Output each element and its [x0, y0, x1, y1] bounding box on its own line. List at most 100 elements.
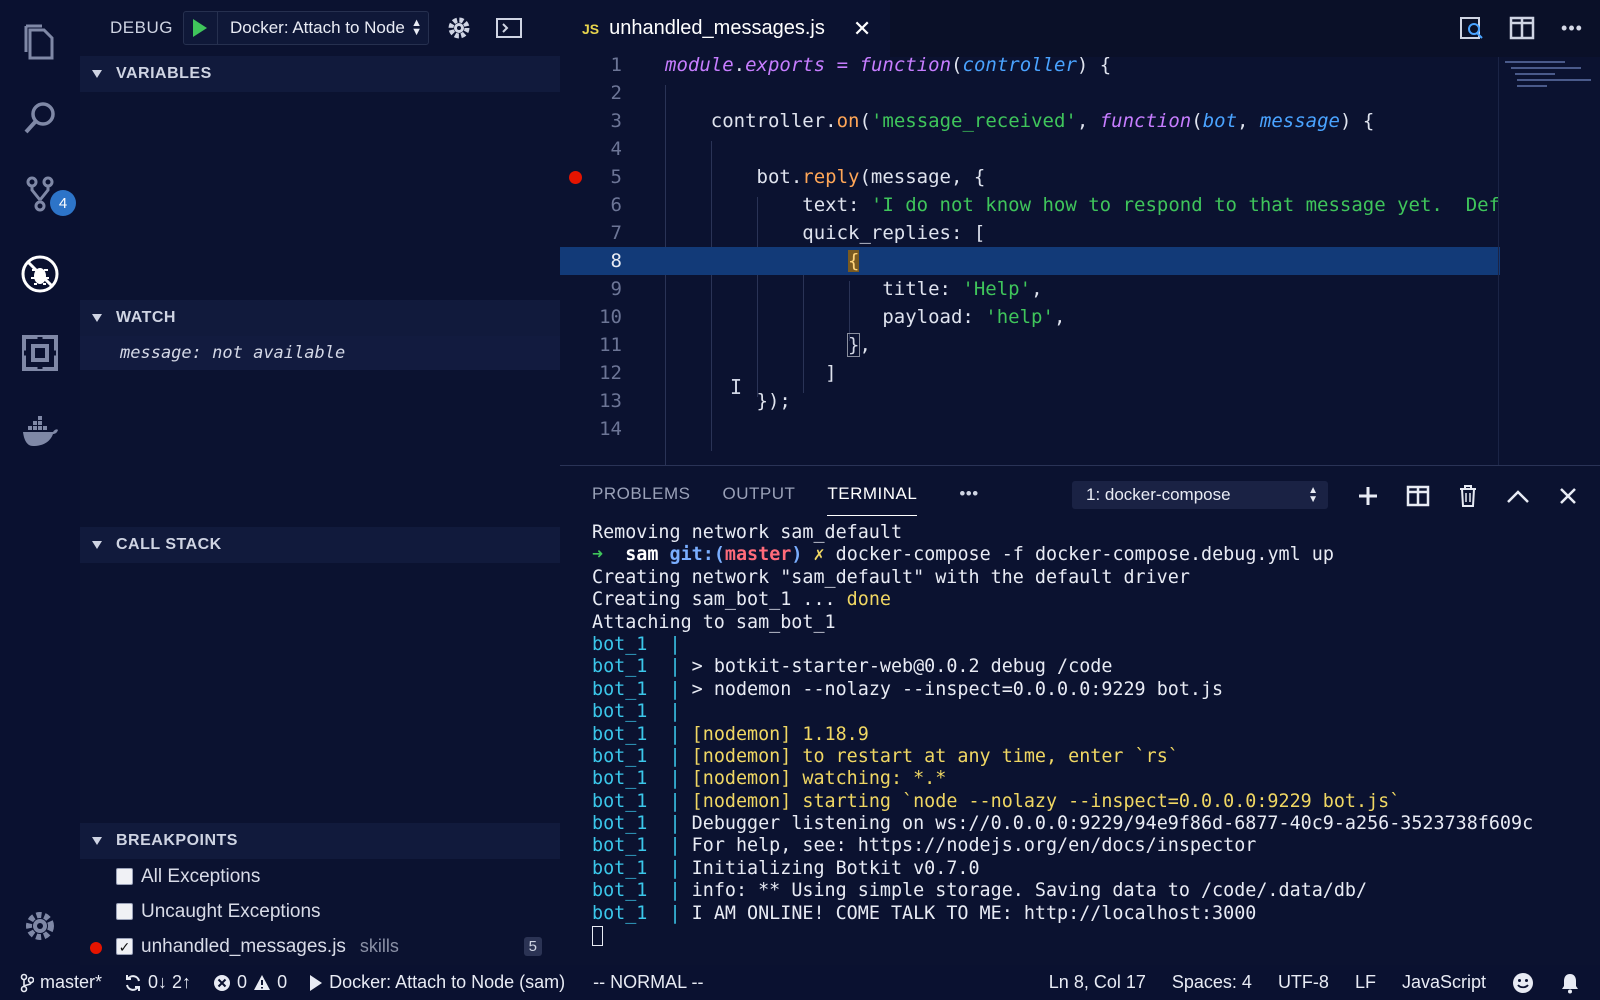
log-text: [nodemon] watching: *.*	[691, 768, 947, 790]
collapse-caret-icon	[92, 837, 102, 845]
bot-log-line: bot_1 | I AM ONLINE! COME TALK TO ME: ht…	[592, 902, 1257, 924]
new-terminal-button[interactable]	[1350, 478, 1386, 514]
minimap[interactable]	[1498, 57, 1600, 465]
call-stack-header[interactable]: CALL STACK	[80, 527, 560, 563]
prompt-arrow-icon: ➜	[592, 544, 604, 566]
vim-mode: -- NORMAL --	[593, 972, 704, 992]
tab-unhandled-messages[interactable]: JS unhandled_messages.js ✕	[560, 0, 890, 57]
terminal-output[interactable]: Removing network sam_default ➜ sam git:(…	[592, 522, 1590, 947]
select-arrows-icon: ▲ ▼	[411, 18, 422, 38]
kill-terminal-button[interactable]	[1450, 478, 1486, 514]
debug-icon[interactable]	[12, 246, 68, 302]
tab-label: unhandled_messages.js	[609, 17, 825, 39]
close-icon[interactable]: ✕	[853, 16, 871, 42]
open-preview-button[interactable]	[1454, 10, 1490, 46]
watch-value: not available	[212, 343, 346, 363]
more-panels-button[interactable]: •••	[959, 484, 978, 504]
checkbox[interactable]	[116, 938, 133, 955]
bot-log-line: bot_1 | Initializing Botkit v0.7.0	[592, 857, 980, 879]
call-stack-title: CALL STACK	[116, 536, 222, 553]
docker-icon[interactable]	[12, 404, 68, 460]
code-line: 12 ]	[560, 359, 1500, 387]
extensions-icon[interactable]	[12, 325, 68, 381]
split-icon	[1406, 485, 1430, 507]
line-ending[interactable]: LF	[1355, 972, 1376, 993]
debug-console-button[interactable]	[489, 8, 529, 48]
breakpoint-uncaught-exceptions[interactable]: Uncaught Exceptions	[80, 894, 560, 929]
bot-log-line: bot_1 | [nodemon] 1.18.9	[592, 723, 869, 745]
debug-session-label: Docker: Attach to Node (sam)	[329, 972, 566, 992]
debug-title: DEBUG	[110, 18, 173, 37]
breakpoints-header[interactable]: BREAKPOINTS	[80, 823, 560, 859]
watch-expr: message:	[120, 343, 202, 363]
terminal-select-label: 1: docker-compose	[1086, 485, 1231, 504]
js-file-icon: JS	[582, 20, 600, 37]
line-number: 9	[610, 278, 622, 300]
watch-expression[interactable]: message: not available	[80, 336, 560, 370]
warning-count: 0	[277, 972, 288, 992]
watch-title: WATCH	[116, 309, 176, 326]
bot-log-lines: bot_1 | bot_1 | > botkit-starter-web@0.0…	[592, 634, 1590, 925]
terminal-select[interactable]: 1: docker-compose ▲ ▼	[1072, 481, 1328, 509]
open-launch-json-button[interactable]	[439, 8, 479, 48]
tab-problems[interactable]: PROBLEMS	[592, 484, 690, 504]
editor-actions: •••	[1454, 10, 1590, 46]
branch-indicator[interactable]: master*	[20, 972, 102, 993]
terminal-cursor	[592, 926, 603, 947]
log-text: For help, see: https://nodejs.org/en/doc…	[691, 835, 1257, 857]
panel-actions	[1350, 478, 1586, 514]
split-terminal-button[interactable]	[1400, 478, 1436, 514]
container-prefix: bot_1	[592, 656, 648, 678]
editor-group: JS unhandled_messages.js ✕ ••• 1 module.e…	[560, 0, 1600, 465]
tab-output[interactable]: OUTPUT	[722, 484, 795, 504]
language-mode[interactable]: JavaScript	[1402, 972, 1486, 993]
settings-gear-icon[interactable]	[12, 898, 68, 954]
notifications-bell-icon[interactable]	[1560, 972, 1580, 994]
editor-tabs: JS unhandled_messages.js ✕ •••	[560, 0, 1600, 57]
code-line: 3 controller.on('message_received', func…	[560, 107, 1500, 135]
debug-sidebar: DEBUG Docker: Attach to Node ▲ ▼ VARIABLE…	[80, 0, 560, 965]
code-line: 6 text: 'I do not know how to respond to…	[560, 191, 1500, 219]
debug-toolbar: DEBUG Docker: Attach to Node ▲ ▼	[80, 0, 560, 56]
code-line-current: 8 {	[560, 247, 1500, 275]
container-prefix: bot_1	[592, 633, 648, 655]
tab-terminal[interactable]: TERMINAL	[827, 484, 918, 516]
variables-header[interactable]: VARIABLES	[80, 56, 560, 92]
launch-config-select[interactable]: Docker: Attach to Node ▲ ▼	[218, 18, 428, 38]
container-prefix: bot_1	[592, 723, 648, 745]
bot-log-line: bot_1 |	[592, 633, 692, 655]
feedback-smiley-icon[interactable]	[1512, 972, 1534, 994]
gear-icon	[448, 17, 470, 39]
sync-indicator[interactable]: 0↓ 2↑	[124, 972, 191, 993]
indentation[interactable]: Spaces: 4	[1172, 972, 1252, 993]
start-debugging-button[interactable]	[184, 12, 218, 44]
explorer-icon[interactable]	[12, 14, 68, 70]
bot-log-line: bot_1 | > nodemon --nolazy --inspect=0.0…	[592, 678, 1224, 700]
breakpoint-file[interactable]: unhandled_messages.js skills 5	[80, 929, 560, 964]
more-actions-button[interactable]: •••	[1554, 10, 1590, 46]
search-icon[interactable]	[12, 90, 68, 146]
maximize-panel-button[interactable]	[1500, 478, 1536, 514]
breakpoint-label: Uncaught Exceptions	[141, 900, 321, 922]
cursor-position[interactable]: Ln 8, Col 17	[1049, 972, 1146, 993]
problems-indicator[interactable]: 0 0	[213, 972, 287, 993]
plus-icon	[1359, 487, 1377, 505]
close-panel-button[interactable]	[1550, 478, 1586, 514]
code-editor[interactable]: 1 module.exports = function(controller) {…	[560, 57, 1500, 465]
debug-session-indicator[interactable]: Docker: Attach to Node (sam)	[309, 972, 565, 993]
code-line: 5 bot.reply(message, {	[560, 163, 1500, 191]
checkbox[interactable]	[116, 868, 133, 885]
checkbox[interactable]	[116, 903, 133, 920]
source-control-icon[interactable]: 4	[12, 166, 76, 222]
bottom-panel: PROBLEMS OUTPUT TERMINAL ••• 1: docker-c…	[560, 465, 1600, 965]
log-text: info: ** Using simple storage. Saving da…	[691, 880, 1368, 902]
launch-config-label: Docker: Attach to Node	[229, 18, 405, 37]
split-editor-button[interactable]	[1504, 10, 1540, 46]
chevron-up-icon	[1507, 490, 1529, 503]
container-prefix: bot_1	[592, 857, 648, 879]
line-number: 14	[599, 418, 622, 440]
branch-name: master*	[40, 972, 103, 992]
watch-header[interactable]: WATCH	[80, 300, 560, 336]
encoding[interactable]: UTF-8	[1278, 972, 1329, 993]
breakpoint-all-exceptions[interactable]: All Exceptions	[80, 859, 560, 894]
